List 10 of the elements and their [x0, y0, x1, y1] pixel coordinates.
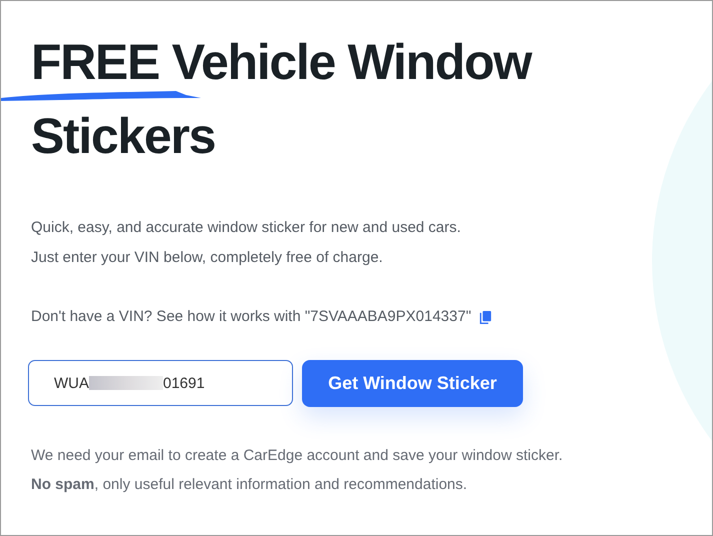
sample-vin-text: Don't have a VIN? See how it works with "7SVAAABA9PX014337" [31, 307, 472, 327]
intro-text: Quick, easy, and accurate window sticker for new and used cars. [31, 218, 462, 238]
vin-input-field[interactable]: WUA 01691 [28, 360, 293, 406]
copy-icon[interactable] [479, 310, 492, 324]
headline-text: FREE Vehicle Window [31, 34, 531, 90]
get-window-sticker-button[interactable]: Get Window Sticker [302, 360, 523, 407]
note-text: No spam, only useful relevant information and recommendations. [31, 475, 468, 495]
intro-text: Just enter your VIN below, completely free of charge. [31, 248, 384, 268]
headline-text: Stickers [31, 108, 216, 164]
note-text: We need your email to create a CarEdge account and save your window sticker. [31, 446, 564, 466]
